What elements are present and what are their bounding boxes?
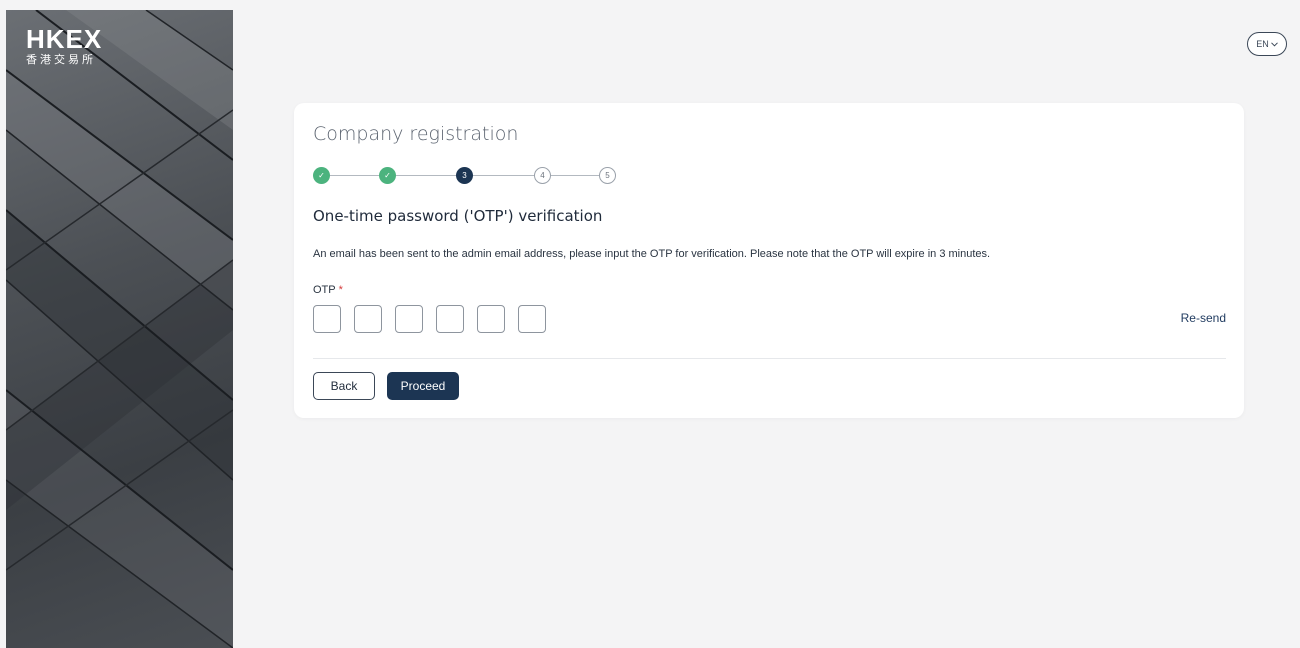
resend-link[interactable]: Re-send — [1181, 311, 1226, 325]
language-selector[interactable]: EN — [1247, 32, 1287, 56]
check-icon: ✓ — [318, 171, 325, 180]
step-2-complete: ✓ — [379, 167, 396, 184]
step-connector — [330, 175, 379, 176]
divider — [313, 358, 1226, 359]
logo-subtext: 香港交易所 — [26, 53, 96, 66]
otp-label: OTP * — [313, 284, 343, 296]
architectural-background — [6, 10, 233, 648]
otp-digit-3[interactable] — [395, 305, 423, 333]
progress-stepper: ✓ ✓ 3 4 5 — [313, 167, 623, 185]
otp-digit-2[interactable] — [354, 305, 382, 333]
hkex-logo[interactable]: HKEX 香港交易所 — [26, 26, 102, 67]
otp-digit-1[interactable] — [313, 305, 341, 333]
step-number: 3 — [462, 171, 467, 180]
logo-text: HKEX — [26, 24, 103, 54]
registration-card: Company registration ✓ ✓ 3 4 5 One-time … — [294, 103, 1244, 418]
otp-digit-5[interactable] — [477, 305, 505, 333]
step-connector — [473, 175, 534, 176]
section-title: One-time password ('OTP') verification — [313, 207, 603, 225]
required-marker: * — [338, 284, 343, 296]
step-3-current: 3 — [456, 167, 473, 184]
otp-label-text: OTP — [313, 284, 336, 296]
otp-input-group — [313, 305, 546, 333]
otp-digit-4[interactable] — [436, 305, 464, 333]
otp-instructions: An email has been sent to the admin emai… — [313, 248, 991, 260]
step-5: 5 — [599, 167, 616, 184]
step-connector — [396, 175, 456, 176]
step-number: 5 — [605, 171, 610, 180]
check-icon: ✓ — [384, 171, 391, 180]
chevron-down-icon — [1270, 40, 1278, 49]
step-4: 4 — [534, 167, 551, 184]
step-number: 4 — [540, 171, 545, 180]
step-connector — [551, 175, 599, 176]
back-button[interactable]: Back — [313, 372, 375, 400]
page-title: Company registration — [313, 123, 519, 145]
language-label: EN — [1256, 39, 1269, 49]
proceed-button[interactable]: Proceed — [387, 372, 459, 400]
step-1-complete: ✓ — [313, 167, 330, 184]
sidebar-panel: HKEX 香港交易所 — [6, 10, 233, 648]
otp-digit-6[interactable] — [518, 305, 546, 333]
